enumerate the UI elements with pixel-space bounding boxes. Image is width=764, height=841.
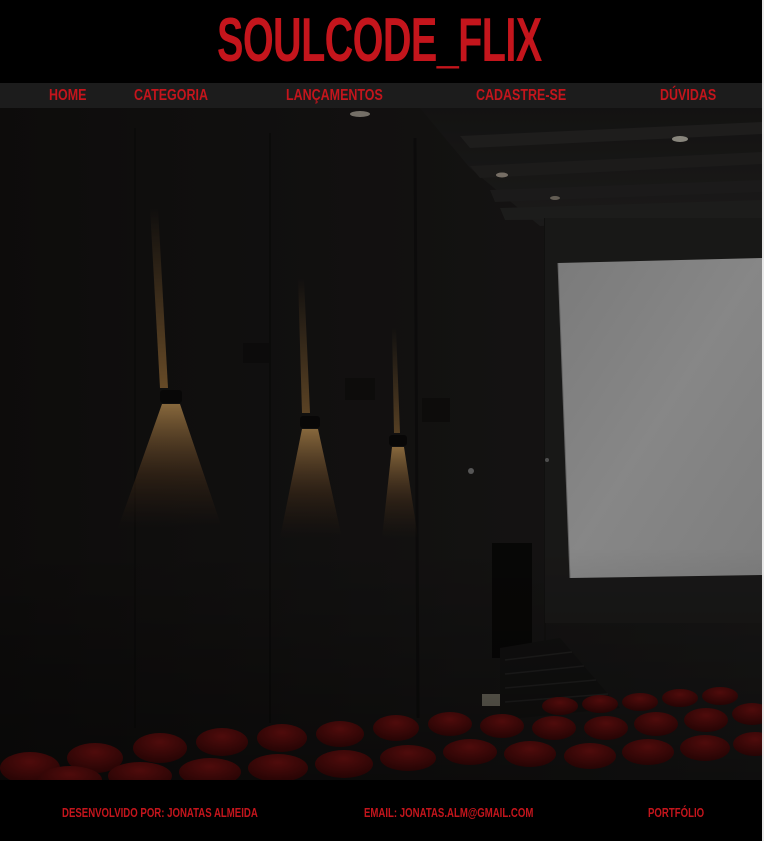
nav-item-duvidas[interactable]: DÚVIDAS xyxy=(660,83,716,108)
hero-cinema-image xyxy=(0,108,762,780)
main-nav: HOME CATEGORIA LANÇAMENTOS CADASTRE-SE D… xyxy=(0,83,762,108)
footer-email-link[interactable]: EMAIL: JONATAS.ALM@GMAIL.COM xyxy=(364,805,533,820)
footer-developer-credit: DESENVOLVIDO POR: JONATAS ALMEIDA xyxy=(62,805,258,820)
footer-portfolio-link[interactable]: PORTFÓLIO xyxy=(648,805,704,820)
cinema-theater-photo xyxy=(0,108,762,780)
brand-logo[interactable]: SOULCODE_FLIX xyxy=(217,6,542,76)
nav-item-lancamentos[interactable]: LANÇAMENTOS xyxy=(286,83,383,108)
nav-item-home[interactable]: HOME xyxy=(49,83,86,108)
nav-item-cadastre-se[interactable]: CADASTRE-SE xyxy=(476,83,566,108)
site-footer: DESENVOLVIDO POR: JONATAS ALMEIDA EMAIL:… xyxy=(0,780,764,841)
site-header: SOULCODE_FLIX xyxy=(0,0,764,83)
nav-item-categoria[interactable]: CATEGORIA xyxy=(134,83,208,108)
